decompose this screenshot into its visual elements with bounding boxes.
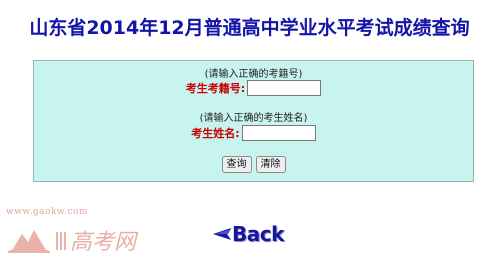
exam-id-label: 考生考籍号: (185, 82, 246, 95)
form-buttons: 查询 清除 (34, 156, 473, 173)
triangle-left-icon (213, 228, 231, 240)
watermark-site-url: www.gaokw.com (6, 207, 88, 217)
query-form-panel: (请输入正确的考籍号) 考生考籍号: (请输入正确的考生姓名) 考生姓名: 查询… (33, 60, 474, 182)
name-label: 考生姓名: (191, 127, 240, 140)
back-link[interactable]: Back (212, 222, 284, 246)
exam-id-hint: (请输入正确的考籍号) (204, 69, 303, 80)
watermark-brand-text: 高考网 (70, 230, 139, 254)
name-hint: (请输入正确的考生姓名) (199, 113, 308, 124)
watermark-logo: 高考网 (8, 230, 139, 254)
page-title: 山东省2014年12月普通高中学业水平考试成绩查询 (29, 17, 470, 39)
clear-button[interactable]: 清除 (255, 156, 286, 173)
back-label: Back (232, 222, 284, 246)
name-row: 考生姓名: (34, 124, 473, 142)
exam-id-input[interactable] (247, 80, 322, 96)
name-input[interactable] (241, 125, 316, 141)
exam-id-row: 考生考籍号: (34, 79, 473, 97)
query-button[interactable]: 查询 (221, 156, 252, 173)
